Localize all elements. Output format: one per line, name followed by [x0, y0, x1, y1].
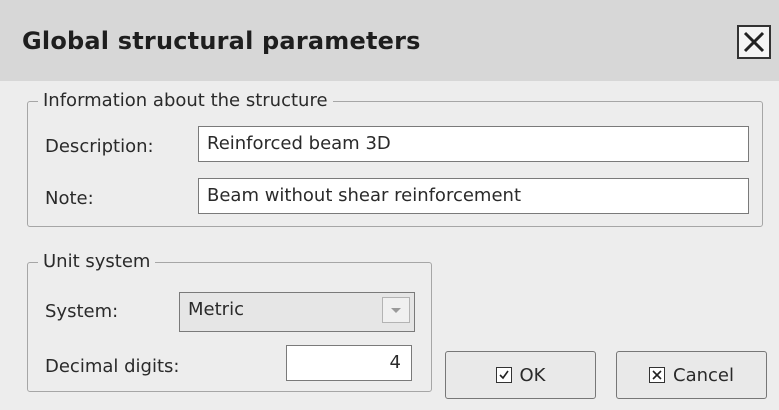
cancel-x-icon — [649, 367, 665, 383]
system-select-value: Metric — [188, 299, 244, 320]
system-label: System: — [45, 301, 119, 322]
description-label: Description: — [45, 136, 154, 157]
dropdown-arrow[interactable] — [382, 297, 410, 323]
ok-button-label: OK — [519, 364, 546, 386]
note-input[interactable]: Beam without shear reinforcement — [198, 178, 749, 214]
chevron-down-icon — [391, 308, 401, 313]
decimal-digits-input[interactable]: 4 — [286, 345, 412, 381]
checkmark-icon — [495, 367, 512, 383]
cancel-button-label: Cancel — [673, 364, 734, 386]
cancel-button[interactable]: Cancel — [616, 351, 767, 399]
decimal-digits-label: Decimal digits: — [45, 356, 180, 377]
unit-group-legend: Unit system — [38, 251, 156, 273]
dialog-window: Global structural parameters Information… — [0, 0, 779, 410]
note-label: Note: — [45, 188, 94, 209]
ok-button[interactable]: OK — [445, 351, 596, 399]
system-select[interactable]: Metric — [179, 292, 415, 332]
window-title: Global structural parameters — [22, 27, 421, 55]
description-input[interactable]: Reinforced beam 3D — [198, 126, 749, 162]
info-group-legend: Information about the structure — [38, 90, 333, 112]
close-button[interactable] — [737, 25, 771, 59]
dialog-body: Information about the structure Descript… — [0, 81, 779, 410]
close-icon — [743, 31, 765, 53]
title-bar: Global structural parameters — [0, 0, 779, 82]
